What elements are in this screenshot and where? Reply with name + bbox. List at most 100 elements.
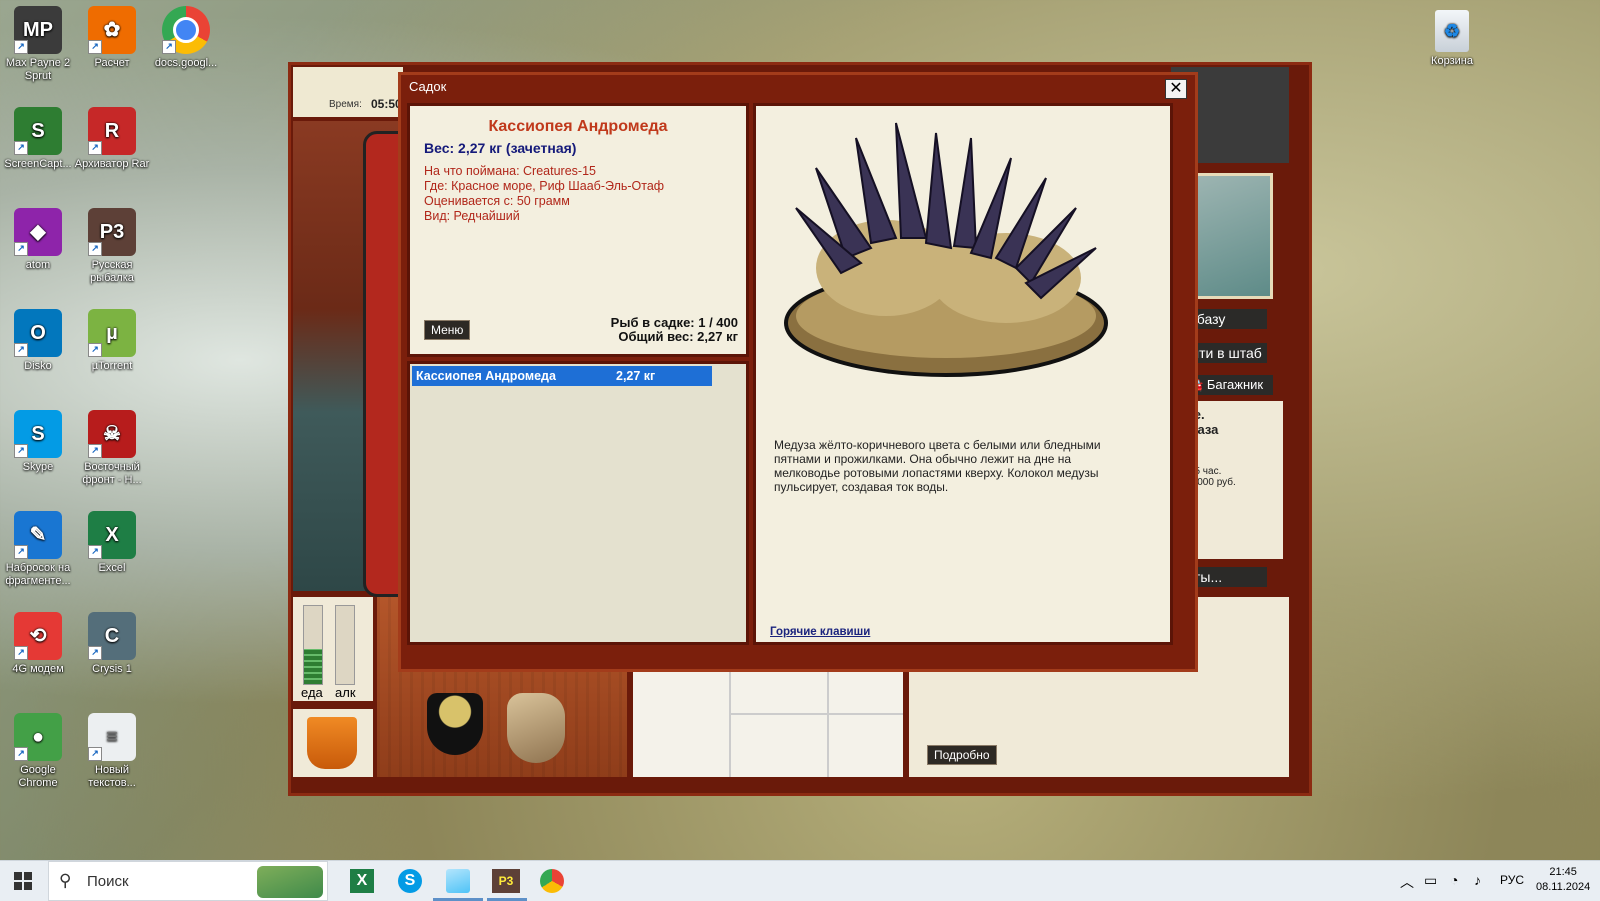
recycle-bin[interactable]: ♻ Корзина <box>1414 10 1490 68</box>
shortcut-arrow-icon: ↗ <box>88 141 102 155</box>
desktop-icon-label: Набросок на фрагменте... <box>5 562 71 587</box>
sadok-dialog: Садок ✕ Кассиопея Андромеда Вес: 2,27 кг… <box>398 72 1198 672</box>
app-icon: ≡ ↗ <box>88 713 136 761</box>
wifi-icon[interactable]: ◔ <box>1450 872 1458 888</box>
app-icon: R ↗ <box>88 107 136 155</box>
app-icon: S ↗ <box>14 107 62 155</box>
food-bar <box>303 605 323 685</box>
desktop-icon[interactable]: ⟲ ↗ 4G модем <box>0 612 76 676</box>
desktop-icon[interactable]: MP ↗ Max Payne 2 Sprut <box>0 6 76 83</box>
app-icon: P3 ↗ <box>88 208 136 256</box>
chrome-icon: ↗ <box>162 6 210 54</box>
desktop-icon-label: Русская рыбалка <box>90 259 134 284</box>
shortcut-arrow-icon: ↗ <box>14 141 28 155</box>
shortcut-arrow-icon: ↗ <box>88 747 102 761</box>
menu-button[interactable]: Меню <box>424 320 471 340</box>
desktop-icon[interactable]: ◆ ↗ atom <box>0 208 76 272</box>
desktop-icon-label: atom <box>25 259 51 271</box>
close-icon: ✕ <box>1169 80 1183 97</box>
shortcut-arrow-icon: ↗ <box>14 646 28 660</box>
search-highlight-image <box>257 866 323 898</box>
desktop-icon[interactable]: P3 ↗ Русская рыбалка <box>74 208 150 285</box>
search-icon: ⚲ <box>59 871 72 890</box>
desktop-icon[interactable]: ≡ ↗ Новый текстов... <box>74 713 150 790</box>
fish-info-panel: Кассиопея Андромеда Вес: 2,27 кг (зачетн… <box>407 103 749 357</box>
app-icon: ✎ ↗ <box>14 511 62 559</box>
bucket-icon <box>307 717 357 769</box>
shortcut-arrow-icon: ↗ <box>88 40 102 54</box>
shortcut-arrow-icon: ↗ <box>88 242 102 256</box>
close-button[interactable]: ✕ <box>1165 79 1187 99</box>
app-icon: µ ↗ <box>88 309 136 357</box>
desktop-icon[interactable]: S ↗ ScreenCapt... <box>0 107 76 171</box>
app-taskbar-icon[interactable] <box>446 869 470 893</box>
clock[interactable]: 21:45 08.11.2024 <box>1536 865 1590 895</box>
time-panel: Время: 05:50 <box>293 67 403 117</box>
app-icon: MP ↗ <box>14 6 62 54</box>
windows-start-icon[interactable] <box>14 872 32 890</box>
shortcut-arrow-icon: ↗ <box>14 545 28 559</box>
desktop-icon-docs-google[interactable]: ↗ docs.googl... <box>148 6 224 70</box>
desktop-icon-label: Google Chrome <box>18 764 58 789</box>
desktop-icon[interactable]: ✎ ↗ Набросок на фрагменте... <box>0 511 76 588</box>
desktop-icon-label: Архиватор Rar <box>74 158 150 170</box>
hotkeys-link[interactable]: Горячие клавиши <box>770 626 870 638</box>
fish-count: Рыб в садке: 1 / 400 <box>610 315 738 330</box>
language-indicator[interactable]: РУС <box>1500 873 1524 887</box>
chrome-taskbar-icon[interactable] <box>540 869 564 893</box>
skype-taskbar-icon[interactable]: S <box>398 869 422 893</box>
scene-view <box>293 121 409 597</box>
speaker-icon[interactable]: ♪ <box>1474 872 1481 888</box>
pot-icon[interactable] <box>427 693 483 755</box>
dialog-title: Садок <box>409 79 447 94</box>
desktop-icon-label: ScreenCapt... <box>4 158 72 170</box>
fishing-game-taskbar-icon[interactable]: P3 <box>492 869 520 893</box>
fish-rarity: Вид: Редчайший <box>424 209 520 223</box>
bucket-slot[interactable] <box>293 709 373 777</box>
item-grid <box>633 657 903 777</box>
shortcut-arrow-icon: ↗ <box>88 343 102 357</box>
clock-time: 21:45 <box>1549 866 1577 878</box>
total-weight: Общий вес: 2,27 кг <box>618 329 738 344</box>
desktop-icon-label: Max Payne 2 Sprut <box>5 57 71 82</box>
desktop-icon[interactable]: X ↗ Excel <box>74 511 150 575</box>
recycle-bin-icon: ♻ <box>1435 10 1469 52</box>
desktop-icon[interactable]: ● ↗ Google Chrome <box>0 713 76 790</box>
desktop-icon-label: Skype <box>22 461 54 473</box>
fish-details: На что поймана: Creatures-15 Где: Красно… <box>424 164 746 224</box>
bait-bag-icon[interactable] <box>507 693 565 763</box>
details-button[interactable]: Подробно <box>927 745 997 765</box>
shortcut-arrow-icon: ↗ <box>14 40 28 54</box>
shortcut-arrow-icon: ↗ <box>14 343 28 357</box>
fish-list-row[interactable]: Кассиопея Андромеда 2,27 кг <box>412 366 712 386</box>
desktop-icon-label: docs.googl... <box>154 57 218 69</box>
search-placeholder: Поиск <box>87 873 129 890</box>
desktop-icon-label: 4G модем <box>12 663 64 675</box>
desktop-icon[interactable]: R ↗ Архиватор Rar <box>74 107 150 171</box>
app-icon: ⟲ ↗ <box>14 612 62 660</box>
desktop-icon[interactable]: C ↗ Crysis 1 <box>74 612 150 676</box>
desktop-icon[interactable]: ☠ ↗ Восточный фронт - Н... <box>74 410 150 487</box>
desktop-icon[interactable]: µ ↗ µTorrent <box>74 309 150 373</box>
search-box[interactable]: ⚲ Поиск <box>48 861 328 901</box>
status-bars-panel: еда алк <box>293 597 373 701</box>
shortcut-arrow-icon: ↗ <box>88 545 102 559</box>
desktop-icon[interactable]: ✿ ↗ Расчет <box>74 6 150 70</box>
desktop-icon[interactable]: S ↗ Skype <box>0 410 76 474</box>
shortcut-arrow-icon: ↗ <box>14 242 28 256</box>
shortcut-arrow-icon: ↗ <box>88 646 102 660</box>
list-fish-weight: 2,27 кг <box>616 369 656 383</box>
battery-icon[interactable]: ▭ <box>1424 872 1437 889</box>
chevron-up-icon[interactable]: ︿ <box>1400 872 1414 892</box>
fish-description: Медуза жёлто-коричневого цвета с белыми … <box>774 438 1101 494</box>
excel-taskbar-icon[interactable]: X <box>350 869 374 893</box>
fish-location: Где: Красное море, Риф Шааб-Эль-Отаф <box>424 179 665 193</box>
food-label: еда <box>301 685 323 700</box>
taskbar: ⚲ Поиск X S P3 ︿ ▭ ◔ ♪ РУС 21:45 08.11.2… <box>0 860 1600 901</box>
fish-min-weight: Оценивается с: 50 грамм <box>424 194 570 208</box>
shortcut-arrow-icon: ↗ <box>14 444 28 458</box>
fish-bait: На что поймана: Creatures-15 <box>424 164 596 178</box>
desktop-icon-label: Восточный фронт - Н... <box>82 461 142 486</box>
desktop-icon-label: µTorrent <box>91 360 133 372</box>
desktop-icon[interactable]: O ↗ Disko <box>0 309 76 373</box>
